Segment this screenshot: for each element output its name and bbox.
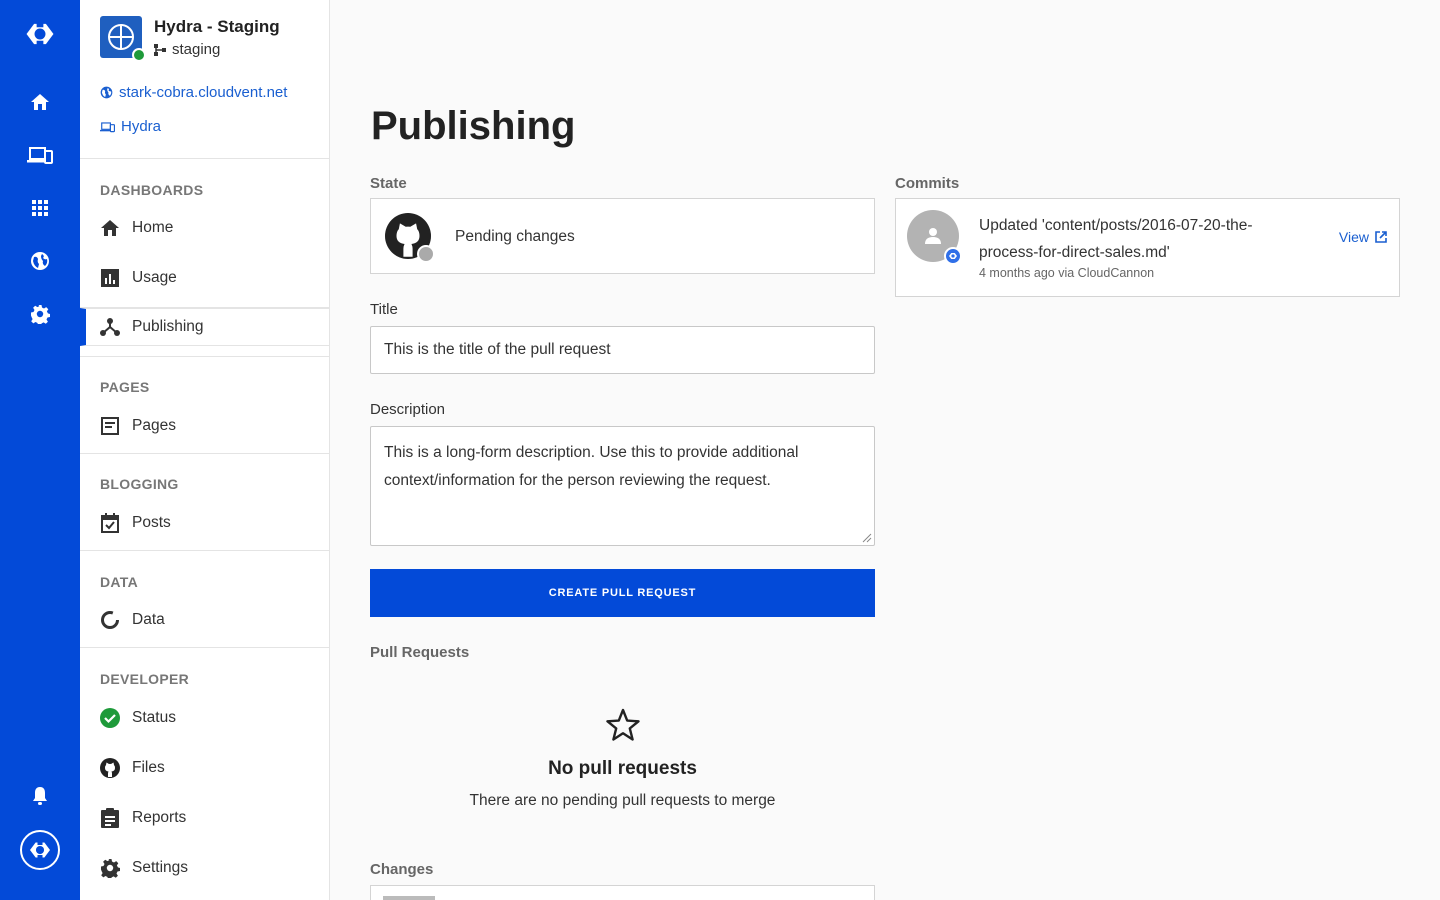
github-icon: [100, 758, 120, 778]
devices-icon[interactable]: [24, 139, 56, 171]
user-icon: [925, 228, 941, 244]
sidebar-item-posts[interactable]: Posts: [80, 504, 329, 542]
github-icon: [385, 213, 435, 263]
commits-label: Commits: [895, 175, 960, 192]
sidebar-item-status[interactable]: Status: [80, 699, 329, 737]
apps-grid-icon[interactable]: [24, 192, 56, 224]
sidebar-item-label: Publishing: [132, 318, 204, 335]
pending-check-icon: [417, 245, 435, 263]
sidebar-item-data[interactable]: Data: [80, 601, 329, 639]
external-link-icon: [1375, 231, 1387, 243]
sidebar-item-label: Home: [132, 219, 174, 236]
commit-view-link[interactable]: View: [1339, 229, 1387, 245]
section-blogging: BLOGGING: [100, 476, 179, 492]
globe-icon[interactable]: [24, 245, 56, 277]
commit-message: Updated 'content/posts/2016-07-20-the-pr…: [979, 217, 1253, 261]
page-title: Publishing: [371, 104, 576, 148]
sidebar-item-label: Usage: [132, 269, 177, 286]
pr-description-textarea[interactable]: This is a long-form description. Use thi…: [370, 426, 875, 546]
home-icon: [100, 218, 120, 238]
check-circle-icon: [100, 708, 120, 728]
site-avatar: [100, 16, 146, 62]
gear-icon: [100, 858, 120, 878]
divider: [80, 356, 329, 357]
view-label: View: [1338, 229, 1369, 245]
state-card: Pending changes: [370, 198, 875, 274]
sidebar-item-home[interactable]: Home: [80, 209, 329, 247]
description-label: Description: [370, 401, 446, 418]
sidebar-item-usage[interactable]: Usage: [80, 259, 329, 297]
site-branch: staging: [154, 41, 220, 58]
donut-icon: [100, 610, 120, 630]
account-logo-icon[interactable]: [20, 830, 60, 870]
site-domain-text: stark-cobra.cloudvent.net: [119, 84, 288, 101]
cloudcannon-logo-icon[interactable]: [24, 18, 56, 50]
section-data: DATA: [100, 574, 139, 590]
loading-placeholder: [383, 896, 435, 900]
star-icon: [370, 708, 875, 742]
project-link-text: Hydra: [121, 118, 162, 135]
divider: [80, 550, 329, 551]
sidebar-item-files[interactable]: Files: [80, 749, 329, 787]
sidebar-item-label: Data: [132, 611, 165, 628]
site-header[interactable]: Hydra - Staging staging: [100, 16, 320, 62]
section-pages: PAGES: [100, 379, 150, 395]
title-label: Title: [370, 301, 398, 318]
sidebar-item-reports[interactable]: Reports: [80, 799, 329, 837]
section-dashboards: DASHBOARDS: [100, 182, 204, 198]
divider: [80, 647, 329, 648]
resize-grip-icon[interactable]: [860, 531, 872, 543]
settings-icon[interactable]: [24, 298, 56, 330]
branch-label: staging: [172, 41, 221, 58]
sidebar-item-pages[interactable]: Pages: [80, 407, 329, 445]
sidebar-item-label: Pages: [132, 417, 176, 434]
sidebar-item-label: Reports: [132, 809, 187, 826]
pr-title-input[interactable]: This is the title of the pull request: [370, 326, 875, 374]
publish-graph-icon: [100, 317, 120, 337]
branch-icon: [154, 43, 166, 56]
project-link[interactable]: Hydra: [100, 118, 161, 135]
state-label: State: [370, 175, 407, 192]
globe-link-icon: [100, 86, 113, 99]
commit-meta: 4 months ago via CloudCannon: [979, 266, 1155, 280]
bell-icon[interactable]: [24, 780, 56, 812]
clipboard-icon: [100, 808, 120, 828]
site-name: Hydra - Staging: [154, 17, 280, 36]
calendar-check-icon: [100, 513, 120, 533]
sidebar-item-label: Status: [132, 709, 176, 726]
changes-card: [370, 885, 875, 900]
app-rail: [0, 0, 80, 900]
empty-text: There are no pending pull requests to me…: [469, 792, 776, 809]
home-icon[interactable]: [24, 86, 56, 118]
main-content: Publishing State Pending changes Title T…: [330, 0, 1440, 900]
commit-card: Updated 'content/posts/2016-07-20-the-pr…: [895, 198, 1400, 297]
empty-state: No pull requests There are no pending pu…: [370, 708, 875, 810]
site-sidebar: Hydra - Staging staging stark-cobra.clou…: [80, 0, 330, 900]
section-developer: DEVELOPER: [100, 671, 190, 687]
divider: [80, 158, 329, 159]
site-domain-link[interactable]: stark-cobra.cloudvent.net: [100, 84, 287, 101]
page-icon: [100, 416, 120, 436]
divider: [80, 453, 329, 454]
sidebar-item-label: Posts: [132, 514, 171, 531]
sidebar-item-label: Settings: [132, 859, 189, 876]
create-pull-request-button[interactable]: CREATE PULL REQUEST: [370, 569, 875, 617]
empty-title: No pull requests: [548, 758, 697, 779]
avatar: [907, 210, 962, 265]
sidebar-item-label: Files: [132, 759, 165, 776]
sidebar-item-settings[interactable]: Settings: [80, 849, 329, 887]
changes-label: Changes: [370, 861, 434, 878]
site-status-ok-icon: [132, 48, 146, 62]
bar-chart-icon: [100, 268, 120, 288]
cloudcannon-badge-icon: [944, 247, 962, 265]
sidebar-item-publishing[interactable]: Publishing: [80, 308, 329, 346]
description-text: This is a long-form description. Use thi…: [384, 444, 799, 489]
devices-link-icon: [100, 121, 115, 132]
pull-requests-label: Pull Requests: [370, 644, 470, 661]
state-value: Pending changes: [455, 228, 575, 245]
